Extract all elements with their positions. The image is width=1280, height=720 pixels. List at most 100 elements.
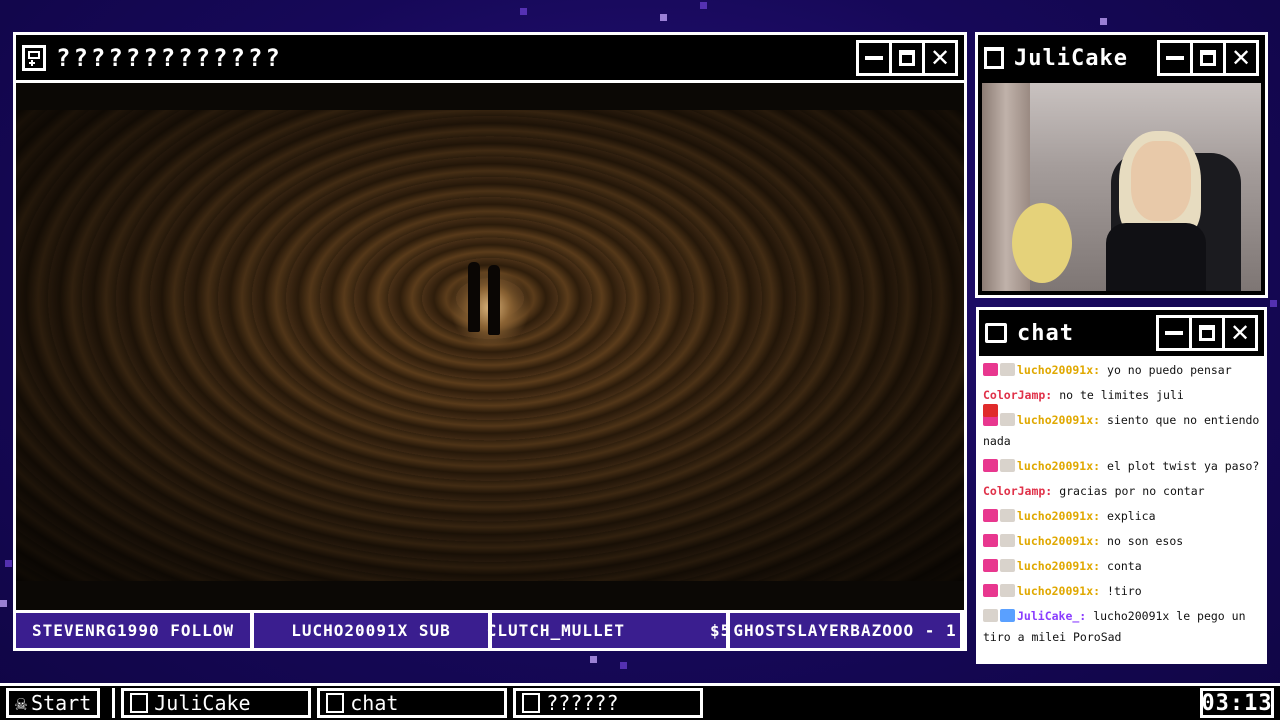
maximize-icon (1199, 325, 1215, 341)
figure-silhouette (488, 265, 500, 335)
gameboy-icon (522, 693, 541, 713)
trash-icon (130, 693, 149, 713)
minimize-button[interactable] (856, 39, 892, 76)
chat-message-text: no son esos (1107, 534, 1184, 548)
minimize-icon (865, 55, 883, 60)
video-window-titlebar[interactable]: ????????????? ✕ (16, 35, 964, 83)
taskbar-button-julicake[interactable]: JuliCake (121, 688, 312, 718)
video-window[interactable]: ????????????? ✕ STEVENRG1990 FOLLOW LUCH… (13, 32, 967, 651)
minimize-icon (1165, 331, 1183, 335)
video-window-title: ????????????? (56, 43, 283, 72)
close-button[interactable]: ✕ (922, 39, 958, 76)
start-label: Start (31, 691, 92, 715)
pixel-decoration (520, 8, 527, 15)
pet-badge-icon (1000, 459, 1015, 472)
trash-icon (984, 47, 1004, 69)
maximize-button[interactable] (1189, 315, 1225, 351)
chat-window-titlebar[interactable]: chat ✕ (979, 310, 1264, 356)
minimize-icon (1166, 56, 1184, 60)
heart-badge-icon (983, 584, 998, 597)
taskbar: ☠ Start JuliCake chat ?????? 03:13 (0, 683, 1280, 720)
pet-badge-icon (983, 609, 998, 622)
chat-username[interactable]: lucho20091x: (1017, 559, 1100, 573)
pixel-decoration (700, 2, 707, 9)
gameboy-icon (22, 44, 46, 71)
taskbar-button-chat[interactable]: chat (317, 688, 508, 718)
chat-message-text: el plot twist ya paso? (1107, 459, 1260, 473)
webcam-face (1131, 141, 1191, 221)
pixel-decoration (590, 656, 597, 663)
heart-badge-icon (983, 363, 998, 376)
chat-username[interactable]: lucho20091x: (1017, 534, 1100, 548)
close-button[interactable]: ✕ (1222, 315, 1258, 351)
pixel-decoration (0, 600, 7, 607)
maximize-icon (899, 49, 915, 66)
chat-message: lucho20091x: !tiro (983, 581, 1260, 602)
chat-message-text: explica (1107, 509, 1156, 523)
figure-silhouette (468, 262, 480, 332)
skull-icon: ☠ (15, 691, 28, 715)
webcam-plush (1012, 203, 1072, 283)
chat-window[interactable]: chat ✕ lucho20091x: yo no puedo pensar Co… (976, 307, 1267, 664)
webcam-body (1106, 223, 1206, 291)
chat-username[interactable]: lucho20091x: (1017, 584, 1100, 598)
taskbar-button-label: chat (350, 691, 399, 715)
chat-username[interactable]: lucho20091x: (1017, 459, 1100, 473)
chat-message: JuliCake_: lucho20091x le pego un tiro a… (983, 404, 1260, 648)
pixel-decoration (5, 560, 12, 567)
chat-username[interactable]: JuliCake_: (1017, 609, 1086, 623)
chat-message-text: no te limites juli (1059, 388, 1184, 402)
ticker-item-follow: STEVENRG1990 FOLLOW (16, 613, 250, 648)
chat-username[interactable]: ColorJamp: (983, 484, 1052, 498)
ticker-item-sub: LUCHO20091X SUB (254, 613, 488, 648)
close-button[interactable]: ✕ (1223, 40, 1259, 76)
chat-message-text: conta (1107, 559, 1142, 573)
maximize-icon (1200, 50, 1216, 66)
pet-badge-icon (1000, 559, 1015, 572)
webcam-window-title: JuliCake (1014, 45, 1128, 71)
heart-badge-icon (983, 534, 998, 547)
clock: 03:13 (1200, 688, 1274, 718)
webcam-window[interactable]: JuliCake ✕ (975, 32, 1268, 298)
taskbar-button-label: JuliCake (154, 691, 251, 715)
chat-message-list[interactable]: lucho20091x: yo no puedo pensar ColorJamp… (979, 356, 1264, 661)
ticker-item-donation: CLUTCH_MULLET $5 (487, 613, 730, 648)
chat-window-title: chat (1017, 320, 1074, 346)
video-player[interactable] (16, 83, 964, 613)
pixel-decoration (620, 662, 627, 669)
close-icon: ✕ (929, 43, 951, 72)
chat-message: lucho20091x: yo no puedo pensar (983, 360, 1260, 381)
chat-message-text: gracias por no contar (1059, 484, 1205, 498)
chat-message: lucho20091x: el plot twist ya paso? (983, 456, 1260, 477)
maximize-button[interactable] (889, 39, 925, 76)
pixel-decoration (660, 14, 667, 21)
chat-username[interactable]: lucho20091x: (1017, 413, 1100, 427)
chat-username[interactable]: lucho20091x: (1017, 363, 1100, 377)
chat-username[interactable]: lucho20091x: (1017, 509, 1100, 523)
taskbar-button-video[interactable]: ?????? (513, 688, 704, 718)
pet-badge-icon (1000, 363, 1015, 376)
maximize-button[interactable] (1190, 40, 1226, 76)
minimize-button[interactable] (1156, 315, 1192, 351)
window-controls: ✕ (1157, 40, 1259, 76)
pet-badge-icon (1000, 534, 1015, 547)
speech-bubble-icon (326, 693, 345, 713)
pixel-decoration (1100, 18, 1107, 25)
chat-message: lucho20091x: siento que no entiendo nada (983, 410, 1260, 452)
close-icon: ✕ (1230, 44, 1252, 72)
chat-username[interactable]: ColorJamp: (983, 388, 1052, 402)
ticker-item-raid: GHOSTSLAYERBAZOOO - 1 (730, 613, 960, 648)
chat-message: lucho20091x: conta (983, 556, 1260, 577)
minimize-button[interactable] (1157, 40, 1193, 76)
pet-badge-icon (1000, 509, 1015, 522)
start-button[interactable]: ☠ Start (6, 688, 101, 718)
pet-badge-icon (1000, 413, 1015, 426)
heart-badge-icon (983, 459, 998, 472)
pixel-decoration (1270, 300, 1277, 307)
chat-message-text: yo no puedo pensar (1107, 363, 1232, 377)
webcam-window-titlebar[interactable]: JuliCake ✕ (978, 35, 1265, 81)
chat-message: ColorJamp: no te limites juli (983, 385, 1260, 406)
video-frame (16, 110, 964, 581)
speech-bubble-icon (985, 323, 1007, 343)
chat-message-text: !tiro (1107, 584, 1142, 598)
